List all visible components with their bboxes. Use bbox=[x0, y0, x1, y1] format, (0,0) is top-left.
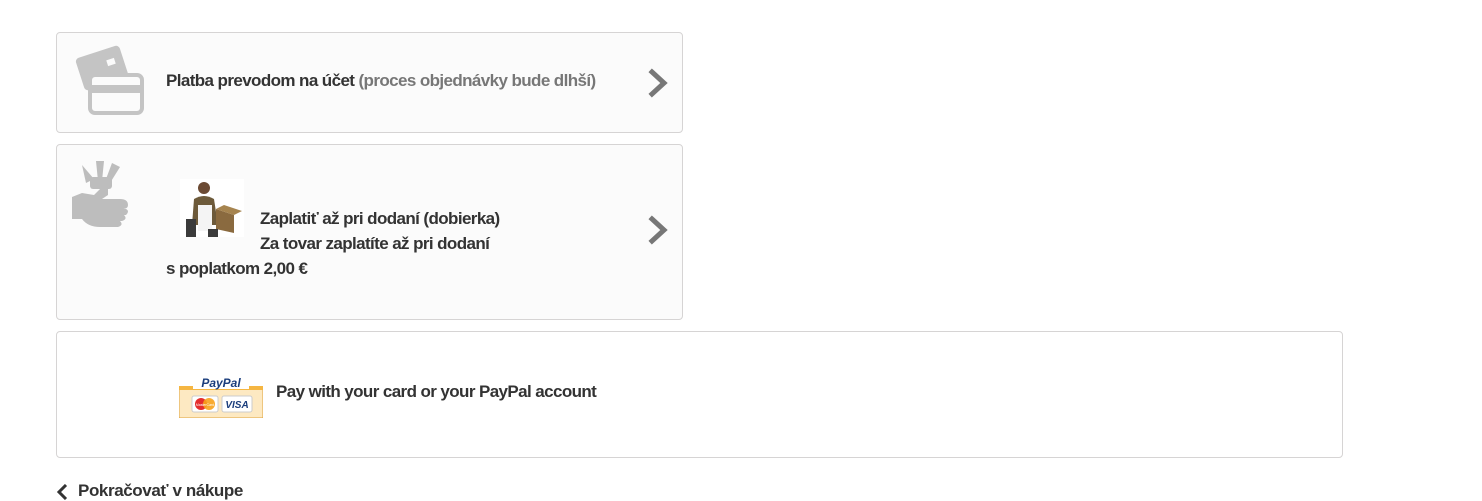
cod-description: Za tovar zaplatíte až pri dodaní bbox=[260, 234, 490, 253]
payment-option-cash-on-delivery[interactable]: Zaplatiť až pri dodaní (dobierka) Za tov… bbox=[56, 144, 683, 320]
mastercard-text: MasterCard bbox=[196, 403, 214, 407]
continue-shopping-label: Pokračovať v nákupe bbox=[78, 481, 243, 500]
cod-fee: s poplatkom 2,00 € bbox=[166, 259, 308, 278]
chevron-left-icon bbox=[56, 483, 68, 500]
bank-transfer-title: Platba prevodom na účet bbox=[166, 71, 355, 90]
payment-option-paypal[interactable]: PayPal MasterCard VISA Pay with your car… bbox=[56, 331, 1343, 458]
cod-title: Zaplatiť až pri dodaní (dobierka) bbox=[260, 209, 500, 228]
paypal-logo-text: PayPal bbox=[201, 376, 241, 390]
chevron-right-icon bbox=[648, 215, 668, 245]
bank-transfer-label: Platba prevodom na účet (proces objednáv… bbox=[166, 71, 596, 91]
chevron-right-icon bbox=[648, 68, 668, 98]
delivery-man-image bbox=[180, 179, 244, 237]
continue-shopping-link[interactable]: Pokračovať v nákupe bbox=[56, 481, 243, 501]
payment-option-bank-transfer[interactable]: Platba prevodom na účet (proces objednáv… bbox=[56, 32, 683, 133]
visa-text: VISA bbox=[225, 400, 248, 411]
credit-card-icon bbox=[75, 45, 144, 115]
hand-money-icon bbox=[72, 161, 128, 227]
bank-transfer-note: (proces objednávky bude dlhší) bbox=[358, 71, 596, 90]
paypal-logo: PayPal MasterCard VISA bbox=[178, 376, 264, 419]
paypal-label: Pay with your card or your PayPal accoun… bbox=[276, 382, 597, 401]
